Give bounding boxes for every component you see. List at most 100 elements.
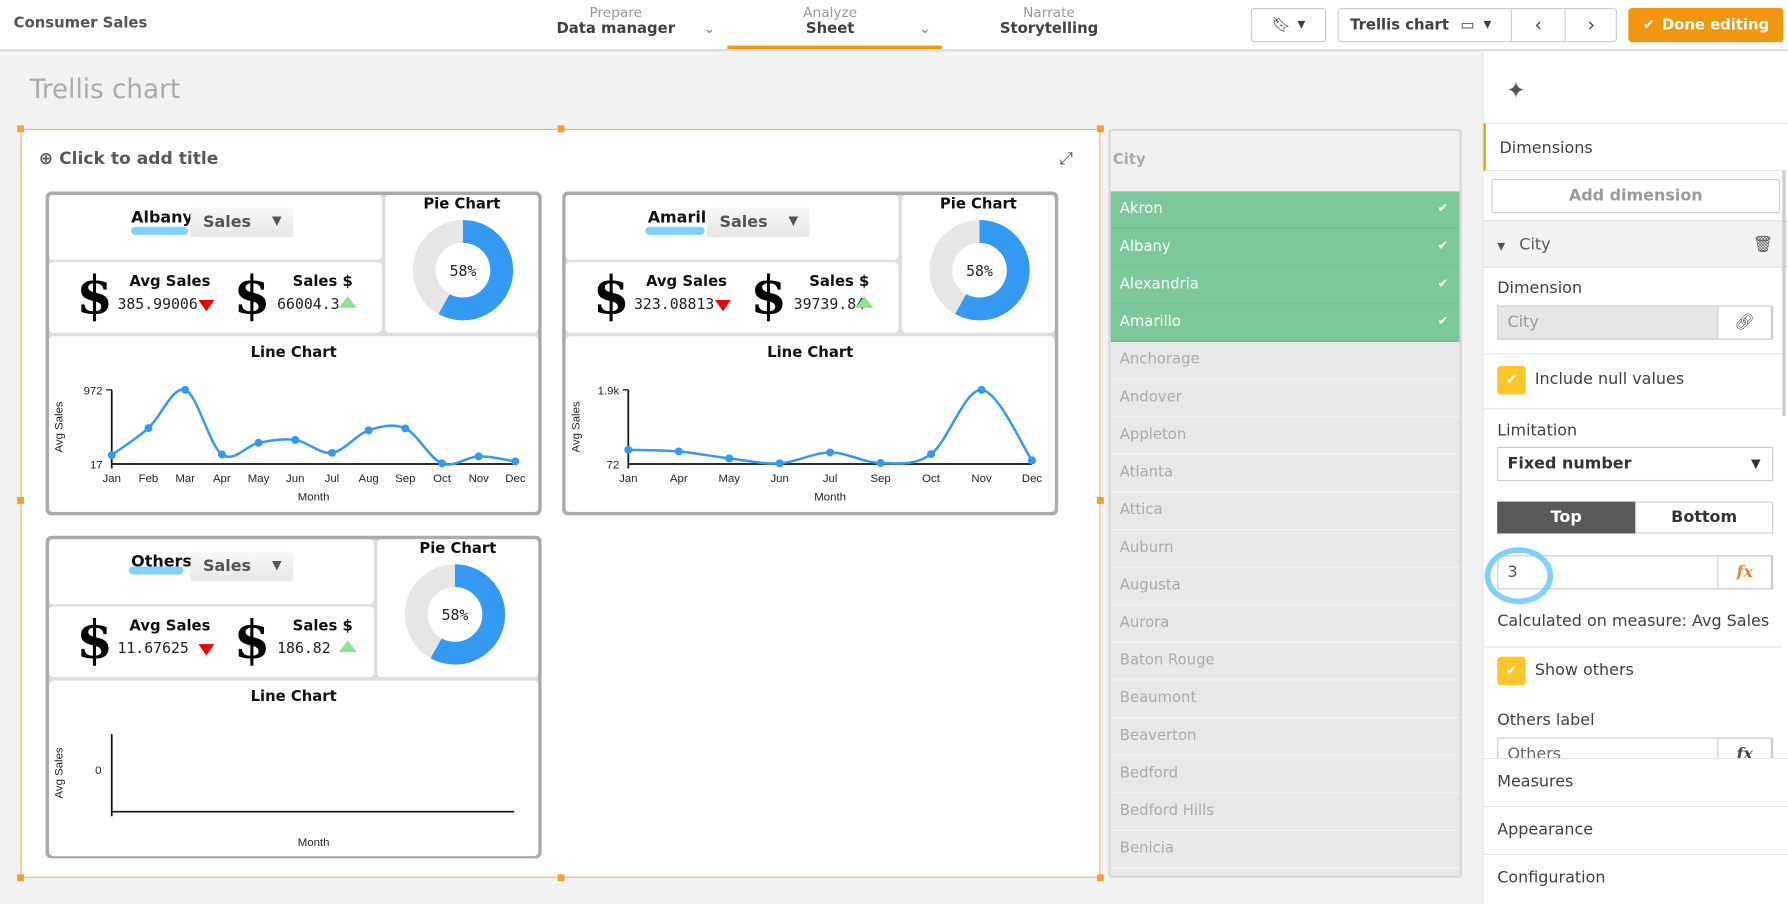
nav-analyze-top: Analyze bbox=[803, 4, 858, 21]
dimension-item-city[interactable]: ▼ City 🗑︎ bbox=[1483, 220, 1788, 269]
resize-handle[interactable] bbox=[557, 125, 565, 133]
pie-chart[interactable]: Pie Chart 58% bbox=[385, 194, 539, 333]
city-list-item[interactable]: Bedford bbox=[1110, 756, 1460, 794]
limitation-select[interactable]: Fixed number ▼ bbox=[1497, 446, 1774, 482]
data-point[interactable] bbox=[674, 447, 683, 456]
nav-narrate[interactable]: Narrate Storytelling bbox=[958, 5, 1140, 38]
resize-handle[interactable] bbox=[1096, 125, 1104, 133]
measure-dropdown[interactable]: Sales ▼ bbox=[706, 207, 810, 238]
kpi-row: $ Avg Sales 323.08813 $ Sales $ 39739.84 bbox=[565, 262, 899, 333]
dimension-field[interactable]: City 🔗︎ bbox=[1497, 305, 1774, 340]
city-list-item[interactable] bbox=[1111, 869, 1460, 876]
nav-analyze[interactable]: Analyze Sheet bbox=[739, 5, 921, 38]
measure-dropdown[interactable]: Sales ▼ bbox=[190, 207, 294, 238]
dimensions-section-header[interactable]: Dimensions bbox=[1483, 123, 1788, 171]
caret-down-icon[interactable]: ▼ bbox=[1483, 19, 1491, 30]
data-point[interactable] bbox=[775, 459, 784, 468]
data-point[interactable] bbox=[927, 450, 936, 459]
data-point[interactable] bbox=[364, 426, 373, 435]
line-chart[interactable]: Line Chart Avg Sales Month 72 1.9k Jan Apr May… bbox=[565, 336, 1055, 512]
resize-handle[interactable] bbox=[1096, 497, 1104, 504]
expand-icon[interactable]: ⤢ bbox=[1059, 148, 1073, 169]
show-others-checkbox[interactable]: ✔ bbox=[1497, 656, 1526, 686]
add-title-button[interactable]: ⊕ Click to add title bbox=[39, 148, 219, 169]
city-list-item[interactable]: Aurora bbox=[1110, 605, 1460, 643]
city-list-item[interactable]: Bedford Hills bbox=[1110, 793, 1460, 832]
bookmark-button[interactable]: 🔖︎ ▼ bbox=[1250, 7, 1327, 43]
top-toggle[interactable]: Top bbox=[1497, 501, 1636, 534]
data-point[interactable] bbox=[254, 438, 263, 447]
city-list-item[interactable]: Appleton bbox=[1110, 417, 1460, 455]
city-list-item[interactable]: Alexandria ✔ bbox=[1110, 266, 1460, 305]
data-point[interactable] bbox=[438, 459, 447, 468]
resize-handle[interactable] bbox=[1096, 874, 1104, 882]
city-list-item[interactable]: Atlanta bbox=[1110, 455, 1460, 493]
measure-dropdown[interactable]: Sales ▼ bbox=[190, 551, 294, 582]
data-point[interactable] bbox=[826, 448, 835, 457]
data-point[interactable] bbox=[876, 459, 885, 467]
data-point[interactable] bbox=[144, 424, 153, 433]
resize-handle[interactable] bbox=[17, 125, 24, 133]
include-null-checkbox[interactable]: ✔ bbox=[1497, 365, 1526, 395]
pie-chart[interactable]: Pie Chart 58% bbox=[901, 194, 1055, 333]
trellis-chart-object[interactable]: ⊕ Click to add title ⤢ Albany Sales ▼ $ … bbox=[17, 125, 1104, 882]
caret-down-icon[interactable]: ▼ bbox=[1497, 242, 1505, 253]
data-point[interactable] bbox=[511, 457, 520, 466]
city-list-item[interactable]: Beaumont bbox=[1110, 681, 1460, 719]
link-icon[interactable]: 🔗︎ bbox=[1717, 305, 1773, 340]
line-chart[interactable]: Line Chart Avg Sales Month 0 bbox=[49, 680, 539, 857]
line-chart[interactable]: Line Chart Avg Sales Month 17 972 Jan Feb Mar A… bbox=[49, 336, 539, 512]
sheet-icon[interactable]: ▭ bbox=[1460, 17, 1474, 34]
city-list-item[interactable]: Albany ✔ bbox=[1110, 229, 1460, 267]
resize-handle[interactable] bbox=[17, 497, 24, 504]
expression-fx-button[interactable]: fx bbox=[1717, 737, 1773, 759]
app-title[interactable]: Consumer Sales bbox=[14, 15, 148, 32]
data-point[interactable] bbox=[725, 454, 734, 463]
data-point[interactable] bbox=[327, 448, 336, 457]
expression-fx-button[interactable]: fx bbox=[1717, 555, 1773, 590]
city-list-item[interactable]: Auburn bbox=[1110, 530, 1460, 568]
trash-icon[interactable]: 🗑︎ bbox=[1753, 221, 1773, 269]
nav-prepare[interactable]: Prepare Data manager bbox=[525, 5, 707, 38]
data-point[interactable] bbox=[291, 435, 300, 444]
pie-chart[interactable]: Pie Chart 58% bbox=[377, 539, 539, 678]
city-list-item[interactable]: Anchorage bbox=[1110, 342, 1460, 380]
done-editing-button[interactable]: ✔ Done editing bbox=[1628, 7, 1784, 43]
measures-section-header[interactable]: Measures bbox=[1483, 758, 1788, 806]
sheet-title[interactable]: Trellis chart bbox=[30, 75, 181, 105]
pie-chart-svg: 58% bbox=[412, 220, 514, 321]
resize-handle[interactable] bbox=[557, 874, 565, 882]
city-list-item[interactable]: Amarillo ✔ bbox=[1110, 304, 1460, 342]
chevron-down-icon[interactable]: ⌄ bbox=[704, 21, 715, 37]
data-point[interactable] bbox=[181, 385, 190, 394]
scrollbar[interactable] bbox=[1782, 171, 1786, 417]
data-point[interactable] bbox=[977, 385, 986, 394]
data-point[interactable] bbox=[1027, 456, 1036, 465]
previous-sheet-button[interactable]: ‹ bbox=[1510, 9, 1565, 42]
data-point[interactable] bbox=[624, 445, 633, 454]
add-dimension-button[interactable]: Add dimension bbox=[1491, 178, 1781, 214]
appearance-section-header[interactable]: Appearance bbox=[1483, 805, 1788, 854]
others-label-input[interactable]: Others fx bbox=[1497, 737, 1774, 759]
city-list-item[interactable]: Augusta bbox=[1110, 568, 1460, 606]
city-filter-pane[interactable]: City Akron ✔ Albany ✔ Alexandria ✔ Amarillo ✔ An… bbox=[1108, 128, 1462, 878]
data-point[interactable] bbox=[401, 424, 410, 433]
filter-header[interactable]: City bbox=[1110, 131, 1460, 191]
city-list-item[interactable]: Andover bbox=[1110, 380, 1460, 418]
city-list-item[interactable]: Benicia bbox=[1110, 831, 1460, 869]
configuration-section-header[interactable]: Configuration bbox=[1483, 853, 1788, 904]
sheet-name[interactable]: Trellis chart bbox=[1350, 17, 1449, 34]
next-sheet-button[interactable]: › bbox=[1564, 9, 1616, 42]
bookmark-icon: 🔖︎ bbox=[1271, 16, 1291, 34]
city-list-item[interactable]: Baton Rouge bbox=[1110, 643, 1460, 681]
x-tick-label: Nov bbox=[971, 473, 992, 485]
bottom-toggle[interactable]: Bottom bbox=[1635, 501, 1774, 534]
city-list-item[interactable]: Akron ✔ bbox=[1110, 191, 1460, 230]
resize-handle[interactable] bbox=[17, 874, 24, 882]
data-point[interactable] bbox=[107, 451, 116, 460]
data-point[interactable] bbox=[217, 450, 226, 459]
city-list-item[interactable]: Beaverton bbox=[1110, 718, 1460, 756]
chevron-down-icon[interactable]: ⌄ bbox=[919, 21, 930, 37]
data-point[interactable] bbox=[474, 452, 483, 461]
city-list-item[interactable]: Attica bbox=[1110, 492, 1460, 531]
